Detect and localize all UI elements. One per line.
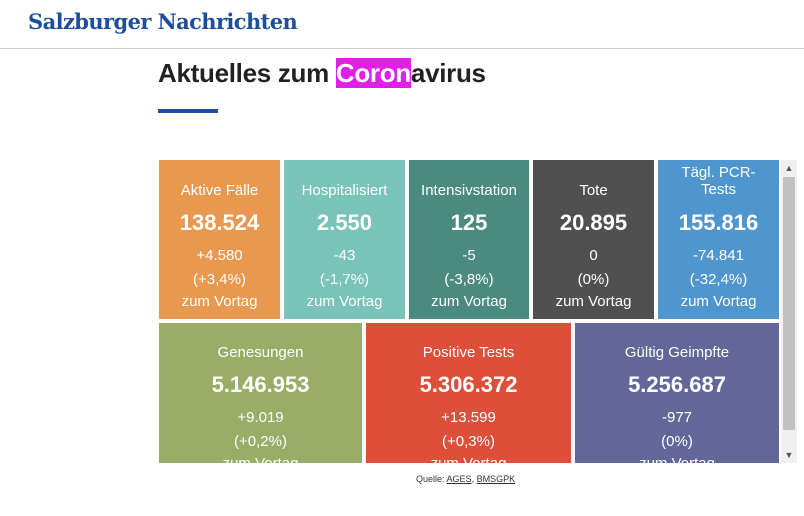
scroll-up-arrow-icon[interactable]: ▲ bbox=[781, 160, 797, 176]
tile-intensive-care: Intensivstation 125 -5 (-3,8%) zum Vorta… bbox=[409, 160, 529, 319]
tile-label: Intensivstation bbox=[421, 182, 517, 199]
tile-value: 155.816 bbox=[678, 210, 759, 235]
source-line: Quelle: AGES, BMSGPK bbox=[416, 474, 515, 484]
tile-deaths: Tote 20.895 0 (0%) zum Vortag bbox=[533, 160, 654, 319]
title-underline bbox=[158, 109, 218, 113]
tile-change: -5 bbox=[462, 247, 476, 264]
tile-suffix: zum Vortag bbox=[431, 293, 507, 310]
tile-percent: (0%) bbox=[661, 433, 693, 450]
tile-value: 20.895 bbox=[559, 210, 628, 235]
tile-vaccinated: Gültig Geimpfte 5.256.687 -977 (0%) zum … bbox=[575, 323, 779, 463]
tile-suffix: zum Vortag bbox=[306, 293, 383, 310]
tile-percent: (+0,2%) bbox=[234, 433, 287, 450]
tile-percent: (-1,7%) bbox=[319, 271, 370, 288]
tile-recovered: Genesungen 5.146.953 +9.019 (+0,2%) zum … bbox=[159, 323, 362, 463]
corona-stats-widget: Aktive Fälle 138.524 +4.580 (+3,4%) zum … bbox=[159, 160, 779, 463]
tile-change: -977 bbox=[661, 409, 693, 426]
tile-label: Gültig Geimpfte bbox=[624, 344, 730, 361]
tile-suffix: zum Vortag bbox=[555, 293, 632, 310]
tile-value: 5.146.953 bbox=[211, 372, 310, 397]
tile-pcr-tests: Tägl. PCR-Tests 155.816 -74.841 (-32,4%)… bbox=[658, 160, 779, 319]
tile-change: +4.580 bbox=[196, 247, 243, 264]
tile-change: -43 bbox=[333, 247, 356, 264]
tile-label: Aktive Fälle bbox=[180, 182, 259, 199]
tile-percent: (+3,4%) bbox=[193, 271, 246, 288]
tile-percent: (+0,3%) bbox=[442, 433, 495, 450]
tile-change: +13.599 bbox=[441, 409, 496, 426]
tile-positive-tests: Positive Tests 5.306.372 +13.599 (+0,3%)… bbox=[366, 323, 571, 463]
tile-label: Genesungen bbox=[217, 344, 304, 361]
page-title: Aktuelles zum Coronavirus bbox=[158, 58, 486, 89]
tile-value: 138.524 bbox=[179, 210, 260, 235]
source-link-ages[interactable]: AGES bbox=[447, 474, 472, 484]
scrollbar-thumb[interactable] bbox=[783, 177, 795, 430]
source-label: Quelle: bbox=[416, 474, 445, 484]
tile-active-cases: Aktive Fälle 138.524 +4.580 (+3,4%) zum … bbox=[159, 160, 280, 319]
tile-suffix: zum Vortag bbox=[680, 293, 757, 310]
source-separator: , bbox=[471, 474, 475, 484]
tile-suffix: zum Vortag bbox=[181, 293, 258, 310]
tile-label: Tägl. PCR-Tests bbox=[681, 164, 756, 198]
tile-percent: (-32,4%) bbox=[689, 271, 748, 288]
tile-value: 2.550 bbox=[316, 210, 373, 235]
title-text-post: avirus bbox=[410, 58, 486, 88]
title-search-highlight: Coron bbox=[335, 58, 411, 88]
title-text-pre: Aktuelles zum bbox=[158, 58, 336, 88]
tile-value: 5.306.372 bbox=[419, 372, 518, 397]
tile-label: Tote bbox=[579, 182, 608, 199]
tile-change: +9.019 bbox=[237, 409, 284, 426]
scroll-down-arrow-icon[interactable]: ▼ bbox=[781, 447, 797, 463]
tile-change: 0 bbox=[589, 247, 598, 264]
site-logo[interactable]: Salzburger Nachrichten bbox=[28, 9, 298, 34]
tile-suffix: zum Vortag bbox=[366, 453, 571, 463]
tile-suffix: zum Vortag bbox=[159, 453, 362, 463]
tile-value: 125 bbox=[450, 210, 488, 235]
tile-label: Hospitalisiert bbox=[301, 182, 388, 199]
tile-suffix: zum Vortag bbox=[575, 453, 779, 463]
tile-percent: (0%) bbox=[577, 271, 610, 288]
site-header: Salzburger Nachrichten bbox=[0, 0, 804, 49]
source-link-bmsgpk[interactable]: BMSGPK bbox=[477, 474, 516, 484]
tile-hospitalized: Hospitalisiert 2.550 -43 (-1,7%) zum Vor… bbox=[284, 160, 405, 319]
widget-scrollbar[interactable]: ▲ ▼ bbox=[781, 160, 797, 463]
tile-value: 5.256.687 bbox=[628, 372, 726, 397]
tile-label: Positive Tests bbox=[422, 344, 515, 361]
tile-percent: (-3,8%) bbox=[444, 271, 494, 288]
tile-change: -74.841 bbox=[693, 247, 744, 264]
